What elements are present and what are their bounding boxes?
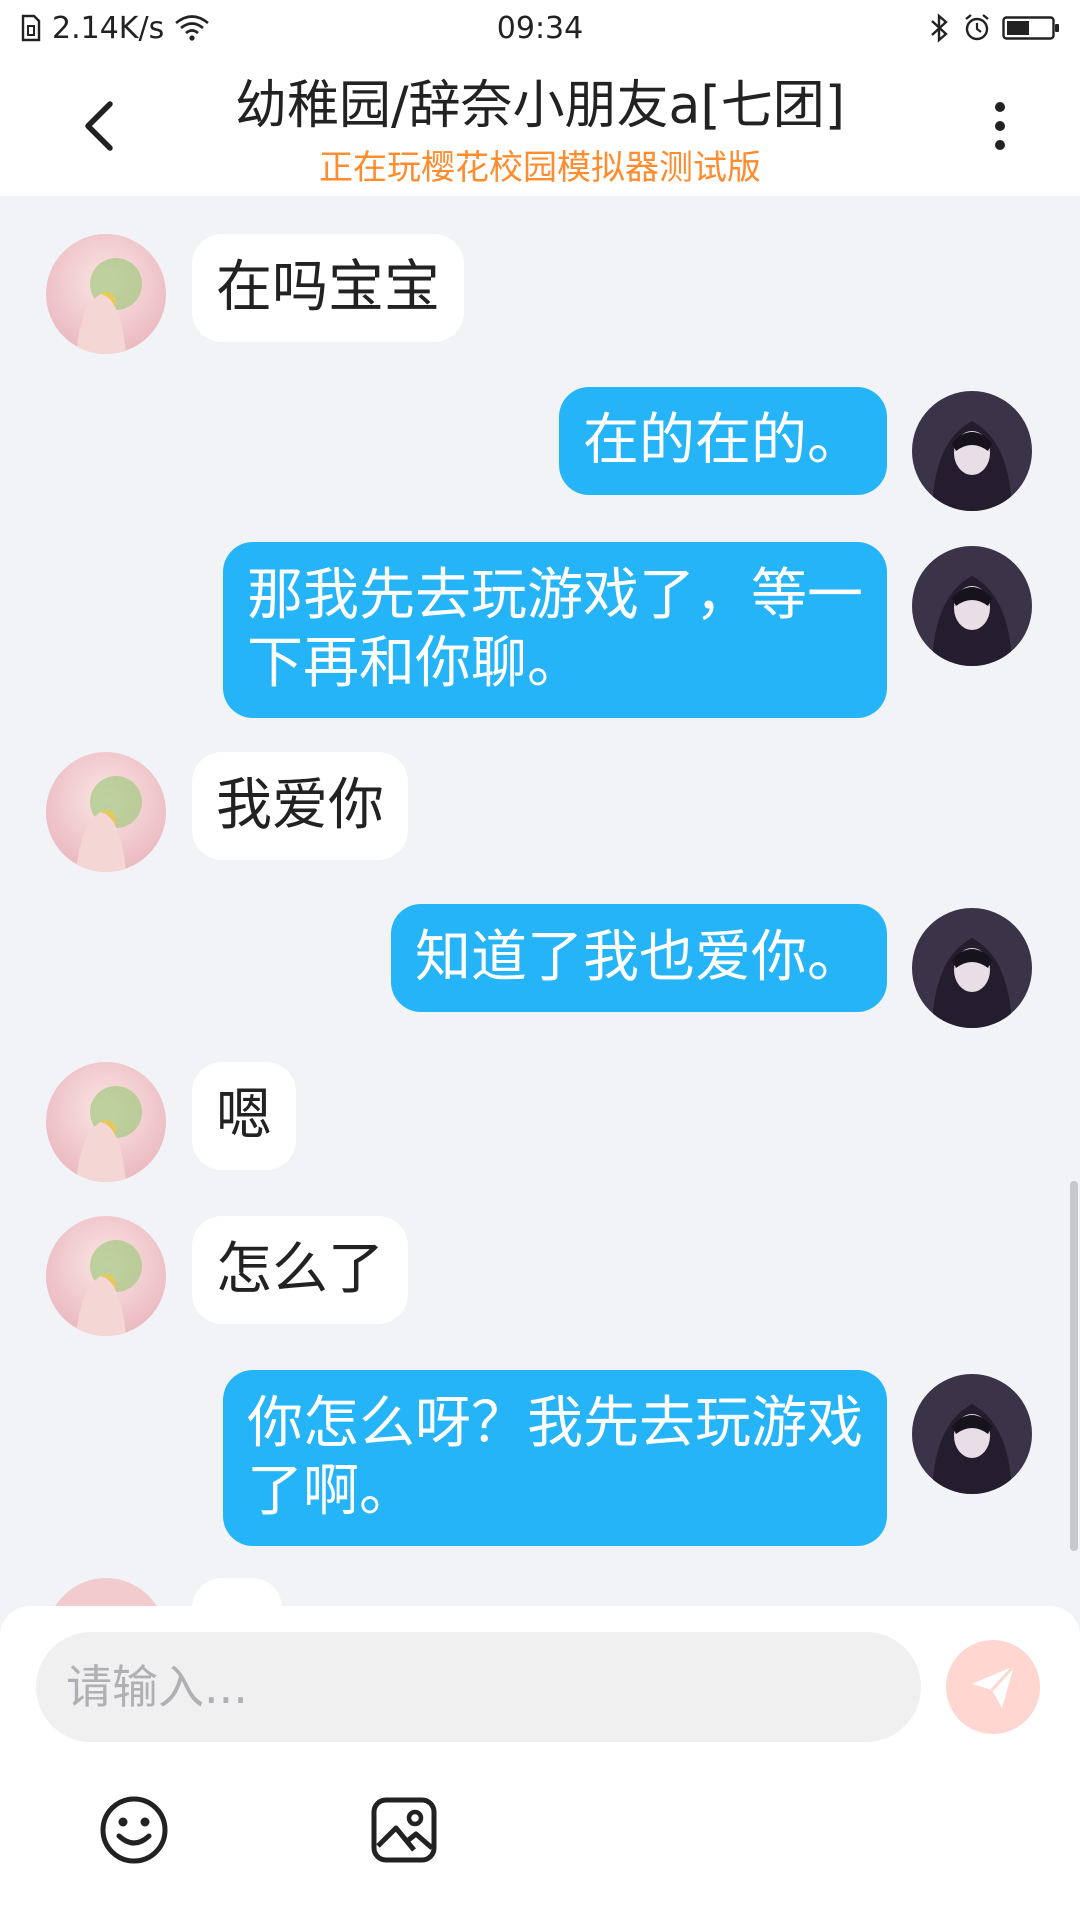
status-bar: 2.14K/s 09:34 <box>0 0 1080 56</box>
message-text-line: 那我先去玩游戏了，等一 <box>247 563 863 628</box>
message-text-line: 下再和你聊。 <box>247 631 583 696</box>
emoji-icon <box>100 1796 168 1864</box>
incoming-message-bubble[interactable]: 怎么了 <box>192 1216 408 1324</box>
outgoing-message-bubble[interactable]: 你怎么呀？我先去玩游戏 了啊。 <box>223 1370 887 1546</box>
message-text-line: 你怎么呀？我先去玩游戏 <box>247 1391 863 1456</box>
image-button[interactable] <box>364 1790 444 1870</box>
bluetooth-icon <box>928 13 952 43</box>
image-icon <box>371 1797 437 1863</box>
user-avatar[interactable] <box>912 908 1032 1028</box>
user-avatar[interactable] <box>912 546 1032 666</box>
activity-status: 正在玩樱花校园模拟器测试版 <box>319 148 761 188</box>
contact-avatar[interactable] <box>46 1216 166 1336</box>
back-button[interactable] <box>70 96 130 156</box>
send-button[interactable] <box>946 1640 1040 1734</box>
contact-avatar[interactable] <box>46 234 166 354</box>
send-icon <box>972 1664 1016 1708</box>
chevron-left-icon <box>85 101 113 151</box>
message-text: 我爱你 <box>216 773 384 838</box>
more-vertical-icon <box>995 102 1005 112</box>
title-block: 幼稚园/辞奈小朋友a[七团] 正在玩樱花校园模拟器测试版 <box>160 64 920 188</box>
network-speed: 2.14K/s <box>52 10 165 46</box>
user-avatar[interactable] <box>912 1374 1032 1494</box>
incoming-message-bubble[interactable]: 我爱你 <box>192 752 408 860</box>
outgoing-message-bubble[interactable]: 知道了我也爱你。 <box>391 904 887 1012</box>
battery-icon <box>1002 14 1060 42</box>
chat-header: 幼稚园/辞奈小朋友a[七团] 正在玩樱花校园模拟器测试版 <box>0 56 1080 196</box>
contact-avatar[interactable] <box>46 1578 166 1606</box>
incoming-message-bubble[interactable]: 在吗宝宝 <box>192 234 464 342</box>
scrollbar[interactable] <box>1070 1181 1078 1551</box>
outgoing-message-bubble[interactable]: 那我先去玩游戏了，等一 下再和你聊。 <box>223 542 887 718</box>
status-right <box>928 13 1060 43</box>
outgoing-message-bubble[interactable]: 在的在的。 <box>559 387 887 495</box>
incoming-message-bubble[interactable] <box>192 1578 282 1606</box>
chat-messages[interactable]: 在吗宝宝 在的在的。 那我先去玩游戏了，等一 下再和你聊。 我爱你 知道了我也爱… <box>0 196 1080 1606</box>
message-input[interactable] <box>36 1632 921 1742</box>
user-avatar[interactable] <box>912 391 1032 511</box>
emoji-button[interactable] <box>94 1790 174 1870</box>
wifi-icon <box>174 14 210 42</box>
message-text: 知道了我也爱你。 <box>415 925 863 990</box>
contact-avatar[interactable] <box>46 752 166 872</box>
message-text: 嗯 <box>216 1083 272 1148</box>
message-text: 怎么了 <box>216 1237 384 1302</box>
alarm-icon <box>962 13 992 43</box>
more-options-button[interactable] <box>980 96 1020 156</box>
status-left: 2.14K/s <box>20 11 210 46</box>
message-text: 在的在的。 <box>583 408 863 473</box>
page-title: 幼稚园/辞奈小朋友a[七团] <box>235 76 845 136</box>
message-text-line: 了啊。 <box>247 1459 415 1524</box>
incoming-message-bubble[interactable]: 嗯 <box>192 1062 296 1170</box>
input-bar <box>0 1606 1080 1920</box>
contact-avatar[interactable] <box>46 1062 166 1182</box>
message-text: 在吗宝宝 <box>216 255 440 320</box>
sim-card-icon <box>20 14 42 42</box>
